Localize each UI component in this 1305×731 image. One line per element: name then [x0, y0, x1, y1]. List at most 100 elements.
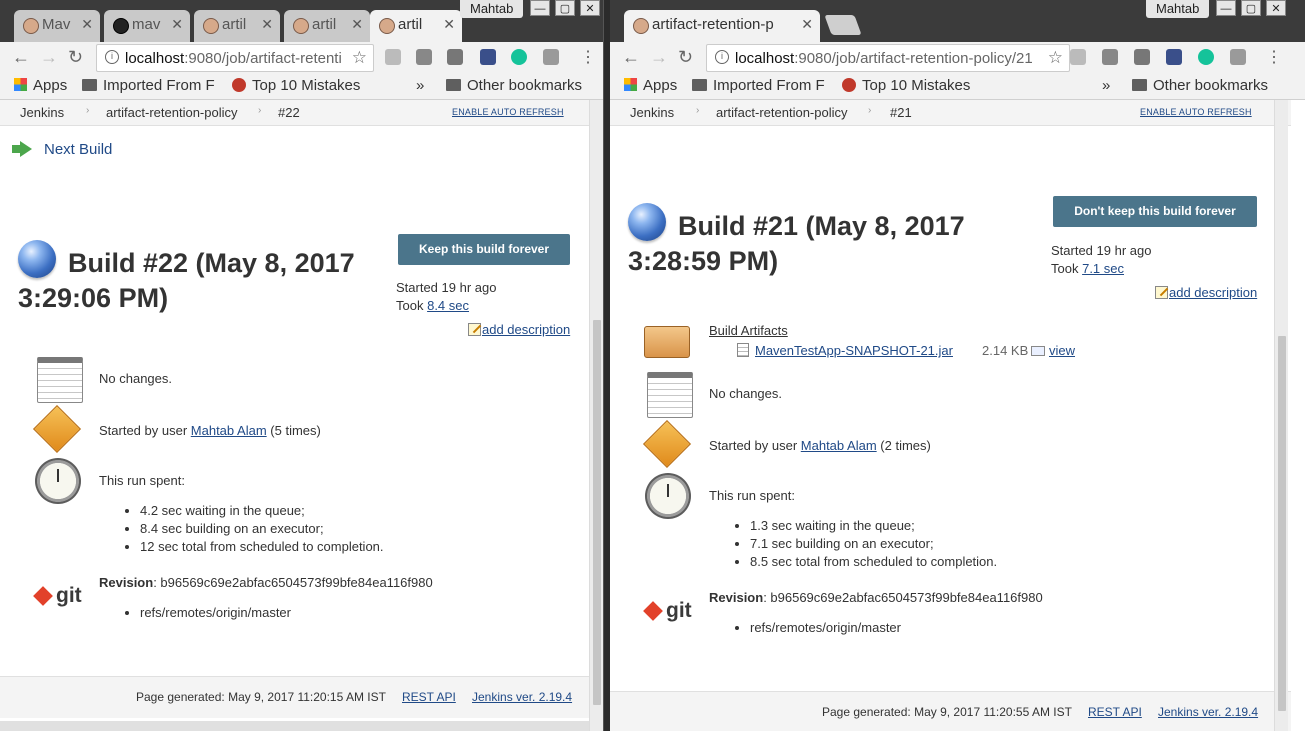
add-description-link[interactable]: add description	[468, 322, 570, 337]
address-bar[interactable]: i localhost:9080/job/artifact-retenti ☆	[96, 44, 374, 72]
forward-icon[interactable]: →	[650, 47, 668, 68]
profile-button[interactable]: Mahtab	[1146, 0, 1210, 18]
keep-build-forever-button[interactable]: Keep this build forever	[398, 234, 570, 265]
tab-label: mav	[132, 16, 161, 33]
menu-icon[interactable]: ⋮	[580, 47, 596, 67]
scrollbar-thumb[interactable]	[593, 320, 601, 705]
close-icon[interactable]: ✕	[81, 16, 93, 33]
tab-3[interactable]: artil ✕	[194, 10, 280, 42]
close-icon[interactable]: ✕	[351, 16, 363, 33]
crumb-build[interactable]: #22	[278, 105, 300, 120]
tab-2[interactable]: mav ✕	[104, 10, 190, 42]
crumb-job[interactable]: artifact-retention-policy	[106, 105, 238, 120]
react-extension-icon[interactable]	[416, 49, 432, 65]
started-by-prefix: Started by user	[709, 438, 798, 453]
maximize-button[interactable]: ▢	[1241, 0, 1261, 16]
rss-extension-icon[interactable]	[1070, 49, 1086, 65]
tab-active[interactable]: artifact-retention-p ✕	[624, 10, 820, 42]
close-icon[interactable]: ✕	[443, 16, 455, 33]
eyedropper-extension-icon[interactable]	[480, 49, 496, 65]
vertical-scrollbar[interactable]	[589, 100, 603, 731]
angular-extension-icon[interactable]	[447, 49, 463, 65]
bookmark-star-icon[interactable]: ☆	[1048, 48, 1063, 68]
eyedropper-extension-icon[interactable]	[1166, 49, 1182, 65]
react-extension-icon[interactable]	[1102, 49, 1118, 65]
user-link[interactable]: Mahtab Alam	[801, 438, 877, 453]
jenkins-version-link[interactable]: Jenkins ver. 2.19.4	[1158, 705, 1258, 719]
maximize-button[interactable]: ▢	[555, 0, 575, 16]
horizontal-scrollbar[interactable]	[0, 721, 589, 731]
top10-bookmark[interactable]: Top 10 Mistakes	[842, 77, 982, 94]
artifact-file-link[interactable]: MavenTestApp-SNAPSHOT-21.jar	[755, 343, 953, 358]
crumb-jenkins[interactable]: Jenkins	[20, 105, 64, 120]
list-item: 8.5 sec total from scheduled to completi…	[750, 553, 997, 571]
stop-icon	[232, 78, 246, 92]
top10-label: Top 10 Mistakes	[862, 77, 971, 94]
tab-strip: Mav ✕ mav ✕ artil ✕ artil ✕ artil ✕ Maht…	[0, 0, 603, 42]
other-bookmarks[interactable]: Other bookmarks	[446, 77, 582, 94]
close-window-button[interactable]: ✕	[580, 0, 600, 16]
more-bookmarks[interactable]: »	[416, 77, 424, 94]
profile-button[interactable]: Mahtab	[460, 0, 524, 18]
took-label: Took	[396, 298, 424, 313]
bookmark-star-icon[interactable]: ☆	[352, 48, 367, 68]
enable-auto-refresh-link[interactable]: ENABLE AUTO REFRESH	[452, 107, 564, 117]
next-build-link[interactable]: Next Build	[12, 141, 112, 158]
minimize-button[interactable]: —	[1216, 0, 1236, 16]
info-icon[interactable]: i	[105, 50, 119, 64]
tab-label: Mav	[42, 16, 71, 33]
crumb-build[interactable]: #21	[890, 105, 912, 120]
tab-4[interactable]: artil ✕	[284, 10, 370, 42]
back-icon[interactable]: ←	[622, 47, 640, 68]
info-icon[interactable]: i	[715, 50, 729, 64]
new-tab-button[interactable]	[824, 15, 862, 35]
address-bar[interactable]: i localhost:9080/job/artifact-retention-…	[706, 44, 1070, 72]
imported-bookmark[interactable]: Imported From F	[692, 77, 832, 94]
forward-icon[interactable]: →	[40, 47, 58, 68]
took-duration-link[interactable]: 8.4 sec	[427, 298, 469, 313]
top10-bookmark[interactable]: Top 10 Mistakes	[232, 77, 372, 94]
url-path: :9080/job/artifact-retention-policy/21	[794, 50, 1033, 67]
angular-extension-icon[interactable]	[1134, 49, 1150, 65]
imported-bookmark[interactable]: Imported From F	[82, 77, 222, 94]
other-bookmarks[interactable]: Other bookmarks	[1132, 77, 1268, 94]
grammarly-extension-icon[interactable]	[511, 49, 527, 65]
apps-bookmark[interactable]: Apps	[14, 77, 67, 94]
grammarly-extension-icon[interactable]	[1198, 49, 1214, 65]
rest-api-link[interactable]: REST API	[402, 690, 456, 704]
reload-icon[interactable]: ↻	[678, 47, 693, 68]
tab-extension-icon[interactable]	[543, 49, 559, 65]
menu-icon[interactable]: ⋮	[1266, 47, 1282, 67]
close-icon[interactable]: ✕	[171, 16, 183, 33]
rss-extension-icon[interactable]	[385, 49, 401, 65]
rest-api-link[interactable]: REST API	[1088, 705, 1142, 719]
scrollbar-thumb[interactable]	[1278, 336, 1286, 711]
user-link[interactable]: Mahtab Alam	[191, 423, 267, 438]
apps-bookmark[interactable]: Apps	[624, 77, 677, 94]
artifact-view-link[interactable]: view	[1049, 343, 1075, 358]
minimize-button[interactable]: —	[530, 0, 550, 16]
tab-5-active[interactable]: artil ✕	[370, 10, 462, 42]
reload-icon[interactable]: ↻	[68, 47, 83, 68]
jenkins-icon	[293, 18, 309, 34]
other-bookmarks-label: Other bookmarks	[1153, 77, 1269, 94]
back-icon[interactable]: ←	[12, 47, 30, 68]
add-description-link[interactable]: add description	[1155, 285, 1257, 300]
tab-extension-icon[interactable]	[1230, 49, 1246, 65]
took-duration-link[interactable]: 7.1 sec	[1082, 261, 1124, 276]
close-window-button[interactable]: ✕	[1266, 0, 1286, 16]
dont-keep-build-forever-button[interactable]: Don't keep this build forever	[1053, 196, 1257, 227]
notepad-icon	[37, 357, 83, 403]
build-artifacts-link[interactable]: Build Artifacts	[709, 323, 788, 338]
enable-auto-refresh-link[interactable]: ENABLE AUTO REFRESH	[1140, 107, 1252, 117]
crumb-job[interactable]: artifact-retention-policy	[716, 105, 848, 120]
vertical-scrollbar[interactable]	[1274, 100, 1288, 731]
close-icon[interactable]: ✕	[261, 16, 273, 33]
jenkins-version-link[interactable]: Jenkins ver. 2.19.4	[472, 690, 572, 704]
close-icon[interactable]: ✕	[801, 16, 813, 33]
revision-hash: : b96569c69e2abfac6504573f99bfe84ea116f9…	[153, 575, 433, 590]
crumb-jenkins[interactable]: Jenkins	[630, 105, 674, 120]
tab-1[interactable]: Mav ✕	[14, 10, 100, 42]
add-description-label: add description	[482, 322, 571, 337]
more-bookmarks[interactable]: »	[1102, 77, 1110, 94]
